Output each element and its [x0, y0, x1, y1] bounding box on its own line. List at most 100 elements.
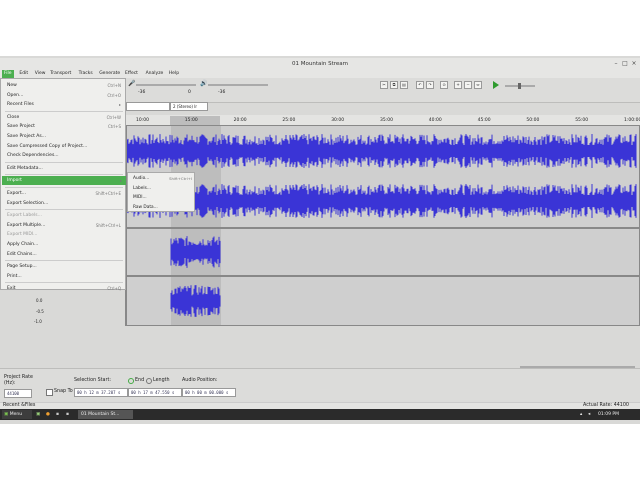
import-menu-item[interactable]: MIDI...	[133, 193, 195, 202]
file-menu-item[interactable]: Apply Chain...	[7, 240, 125, 249]
cut-icon[interactable]: ✂	[380, 81, 388, 89]
clock[interactable]: 01:09 PM	[598, 410, 619, 419]
audio-position-label: Audio Position:	[182, 378, 218, 383]
file-menu-item[interactable]: Export... Shift+Ctrl+E	[7, 189, 125, 198]
file-menu-item[interactable]: Edit Metadata...	[7, 164, 125, 173]
menu-analyze[interactable]: Analyze	[144, 70, 166, 78]
menu-tracks[interactable]: Tracks	[77, 70, 95, 78]
file-menu-item[interactable]: Recent Files ▸	[7, 100, 125, 109]
menu-item-shortcut: Ctrl+N	[107, 83, 121, 88]
menu-separator	[5, 161, 123, 163]
file-menu-item[interactable]: Print...	[7, 272, 125, 281]
menu-item-shortcut: Shift+Ctrl+L	[95, 222, 121, 228]
maximize-icon[interactable]: □	[621, 60, 629, 67]
file-menu-item[interactable]: Save Project As...	[7, 132, 125, 141]
zoom-out-icon[interactable]: −	[464, 81, 472, 89]
menu-separator	[5, 282, 123, 284]
meter-right-label: -36	[218, 90, 226, 95]
zoom-in-icon[interactable]: +	[454, 81, 462, 89]
file-menu-item[interactable]: Check Dependencies...	[7, 151, 125, 160]
menu-help[interactable]: Help	[167, 70, 181, 78]
firefox-icon[interactable]: ●	[46, 410, 50, 419]
host-select[interactable]	[126, 102, 170, 111]
menu-item-shortcut: Shift+Ctrl+I	[169, 176, 192, 181]
project-rate-label: Project Rate (Hz):	[4, 375, 33, 386]
file-menu-item[interactable]: Save Project Ctrl+S	[7, 122, 125, 131]
minimize-icon[interactable]: –	[612, 60, 620, 67]
channels-select[interactable]: 2 (Stereo) Ir	[170, 102, 208, 111]
selection-start-field[interactable]: 00 h 12 m 37.207 s	[74, 388, 128, 397]
sync-lock-icon[interactable]: ⊙	[440, 81, 448, 89]
file-menu-item[interactable]: Page Setup...	[7, 262, 125, 271]
close-icon[interactable]: ×	[630, 60, 638, 67]
end-radio[interactable]	[128, 378, 134, 384]
track-1[interactable]	[126, 125, 640, 228]
track-1-waveform	[127, 134, 637, 218]
length-label: Length	[153, 378, 170, 383]
import-menu-item[interactable]: Raw Data...	[133, 203, 195, 212]
file-menu-item[interactable]: New Ctrl+N	[7, 81, 125, 90]
snap-to-checkbox[interactable]	[46, 389, 53, 396]
menu-transport[interactable]: Transport	[48, 70, 73, 78]
file-menu-item: Export Labels...	[7, 211, 125, 220]
menu-item-label: Open...	[7, 92, 24, 98]
selection-end-field[interactable]: 00 h 17 m 47.550 s	[128, 388, 182, 397]
menu-item-label: Edit Chains...	[7, 251, 37, 257]
file-menu-item[interactable]: Exit Ctrl+Q	[7, 284, 125, 293]
import-menu-item[interactable]: Audio... Shift+Ctrl+I	[133, 174, 195, 183]
menu-effect[interactable]: Effect	[123, 70, 140, 78]
ruler-tick-label: 30:00	[331, 118, 345, 123]
ruler-tick-label: 25:00	[282, 118, 296, 123]
import-menu-item[interactable]: Labels...	[133, 184, 195, 193]
taskbar-app-audacity[interactable]: 01 Mountain St...	[78, 410, 133, 419]
meter-left-label: -36	[138, 90, 146, 95]
taskbar-menu-button[interactable]: ▣ Menu	[2, 410, 32, 419]
menu-view[interactable]: View	[33, 70, 48, 78]
menu-item-label: Edit Metadata...	[7, 165, 43, 171]
scale-bottom: -1.0	[34, 319, 42, 324]
menu-generate[interactable]: Generate	[97, 70, 122, 78]
menu-item-shortcut: ▸	[119, 178, 122, 184]
menu-item-label: Export Selection...	[7, 200, 49, 206]
menu-item-label: Audio...	[133, 176, 150, 181]
record-meter[interactable]	[136, 84, 196, 86]
volume-icon[interactable]: ◂	[588, 410, 590, 419]
file-menu-item[interactable]: Import ▸	[2, 176, 126, 186]
track-2[interactable]	[126, 228, 640, 276]
menu-item-label: Export Labels...	[7, 213, 42, 219]
ruler-tick-label: 20:00	[233, 118, 247, 123]
copy-icon[interactable]: ⧉	[390, 81, 398, 89]
fit-selection-icon[interactable]: ⇔	[474, 81, 482, 89]
menu-file[interactable]: File	[2, 70, 14, 78]
menu-item-shortcut: Ctrl+S	[107, 124, 121, 130]
playback-speed-knob[interactable]	[518, 83, 521, 89]
undo-icon[interactable]: ↶	[416, 81, 424, 89]
menu-item-shortcut: Ctrl+O	[107, 92, 121, 98]
network-icon[interactable]: ▴	[580, 410, 582, 419]
terminal-icon[interactable]: ▪	[56, 410, 59, 419]
redo-icon[interactable]: ↷	[426, 81, 434, 89]
file-menu-item[interactable]: Close Ctrl+W	[7, 113, 125, 122]
file-menu-item: Export MIDI...	[7, 230, 125, 239]
file-menu-item[interactable]: Open... Ctrl+O	[7, 91, 125, 100]
menu-separator	[5, 174, 123, 176]
play-at-speed-icon[interactable]	[493, 81, 499, 89]
playback-meter[interactable]	[208, 84, 268, 86]
menu-separator	[5, 187, 123, 188]
project-rate-select[interactable]: 44100	[4, 389, 32, 398]
show-desktop-icon[interactable]: ▣	[36, 410, 40, 419]
file-menu-item[interactable]: Export Selection...	[7, 199, 125, 208]
file-menu-item[interactable]: Save Compressed Copy of Project...	[7, 142, 125, 151]
paste-icon[interactable]: ▤	[400, 81, 408, 89]
audio-position-field[interactable]: 00 h 00 m 00.000 s	[182, 388, 236, 397]
file-menu-item[interactable]: Edit Chains...	[7, 250, 125, 259]
ruler-tick-label: 35:00	[380, 118, 393, 123]
status-right: Actual Rate: 44100	[583, 403, 629, 408]
ruler-tick-label: 1:00:00	[624, 118, 640, 123]
menu-item-label: Labels...	[133, 185, 151, 191]
track-3[interactable]	[126, 276, 640, 326]
file-menu-item[interactable]: Export Multiple... Shift+Ctrl+L	[7, 221, 125, 230]
menu-edit[interactable]: Edit	[17, 70, 30, 78]
length-radio[interactable]	[146, 378, 152, 384]
files-icon[interactable]: ▪	[66, 410, 69, 419]
